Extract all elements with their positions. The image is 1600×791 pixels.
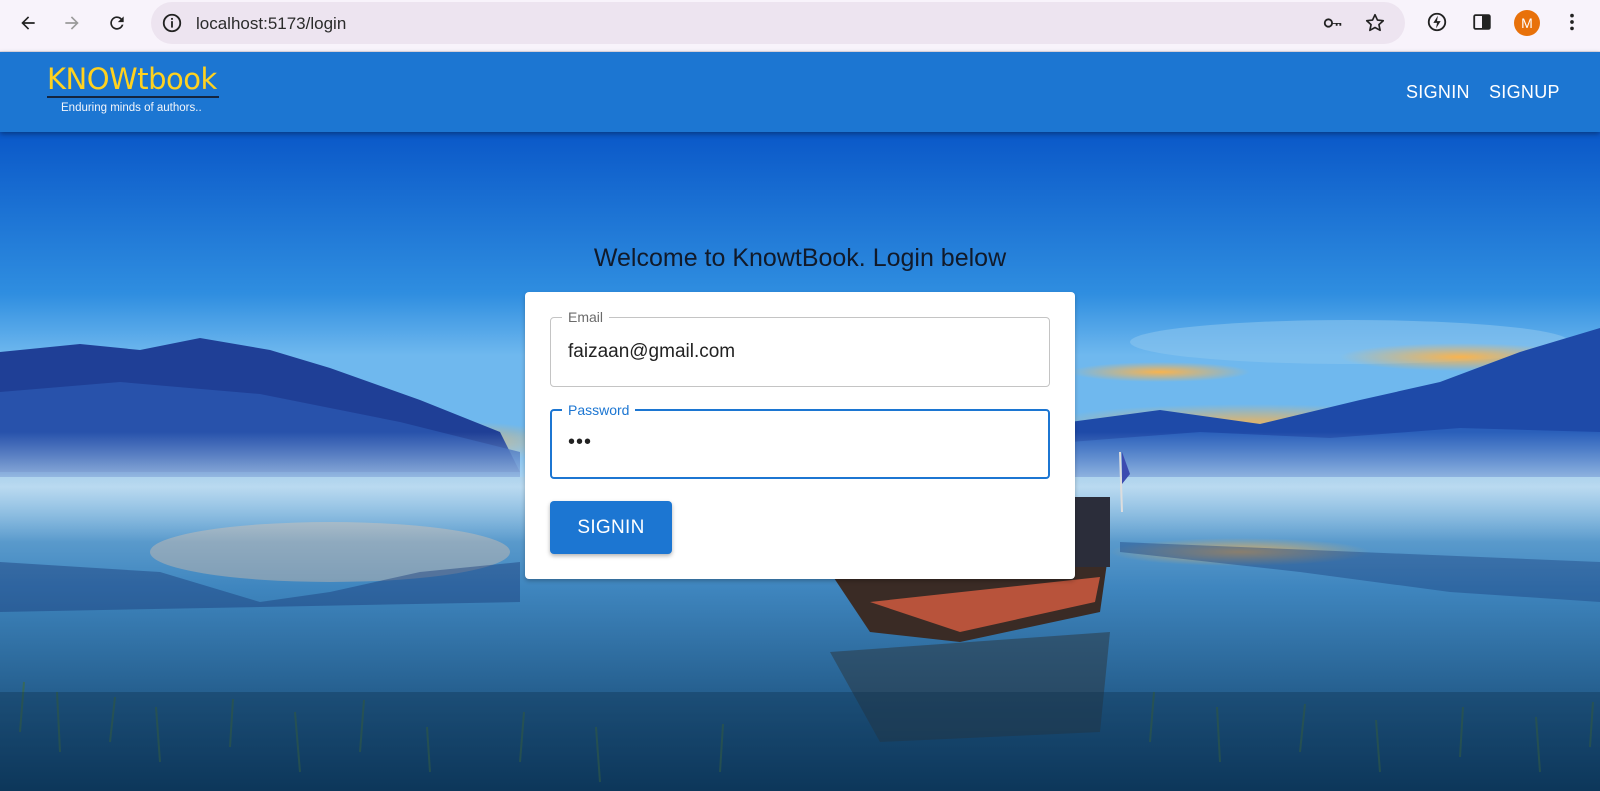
password-label: Password	[562, 401, 636, 419]
login-card: Email faizaan@gmail.com Password ••• SIG…	[525, 292, 1075, 579]
email-label: Email	[562, 308, 610, 326]
password-value: •••	[568, 431, 593, 453]
nav-signin-link[interactable]: SIGNIN	[1406, 82, 1470, 103]
browser-toolbar: localhost:5173/login M	[0, 0, 1600, 52]
address-bar[interactable]: localhost:5173/login	[151, 2, 1405, 44]
welcome-heading: Welcome to KnowtBook. Login below	[593, 244, 1007, 272]
site-info-icon[interactable]	[161, 12, 183, 34]
key-icon[interactable]	[1322, 12, 1344, 34]
profile-avatar[interactable]: M	[1514, 10, 1540, 36]
url-text: localhost:5173/login	[196, 14, 347, 33]
back-icon[interactable]	[13, 8, 43, 38]
extension-icon[interactable]	[1426, 11, 1448, 33]
forward-icon[interactable]	[57, 8, 87, 38]
logo-title: KNOWtbook	[47, 62, 219, 98]
signin-button[interactable]: SIGNIN	[550, 501, 672, 554]
star-icon[interactable]	[1364, 12, 1386, 34]
logo-tagline: Enduring minds of authors..	[61, 102, 202, 114]
email-value: faizaan@gmail.com	[568, 341, 736, 362]
nav-signup-link[interactable]: SIGNUP	[1489, 82, 1560, 103]
logo[interactable]: KNOWtbook Enduring minds of authors..	[47, 62, 219, 114]
app-header: KNOWtbook Enduring minds of authors.. SI…	[0, 52, 1600, 132]
side-panel-icon[interactable]	[1471, 11, 1493, 33]
email-field[interactable]: Email faizaan@gmail.com	[550, 308, 1050, 387]
reload-icon[interactable]	[102, 8, 132, 38]
menu-icon[interactable]	[1561, 11, 1583, 33]
password-field[interactable]: Password •••	[550, 401, 1050, 479]
